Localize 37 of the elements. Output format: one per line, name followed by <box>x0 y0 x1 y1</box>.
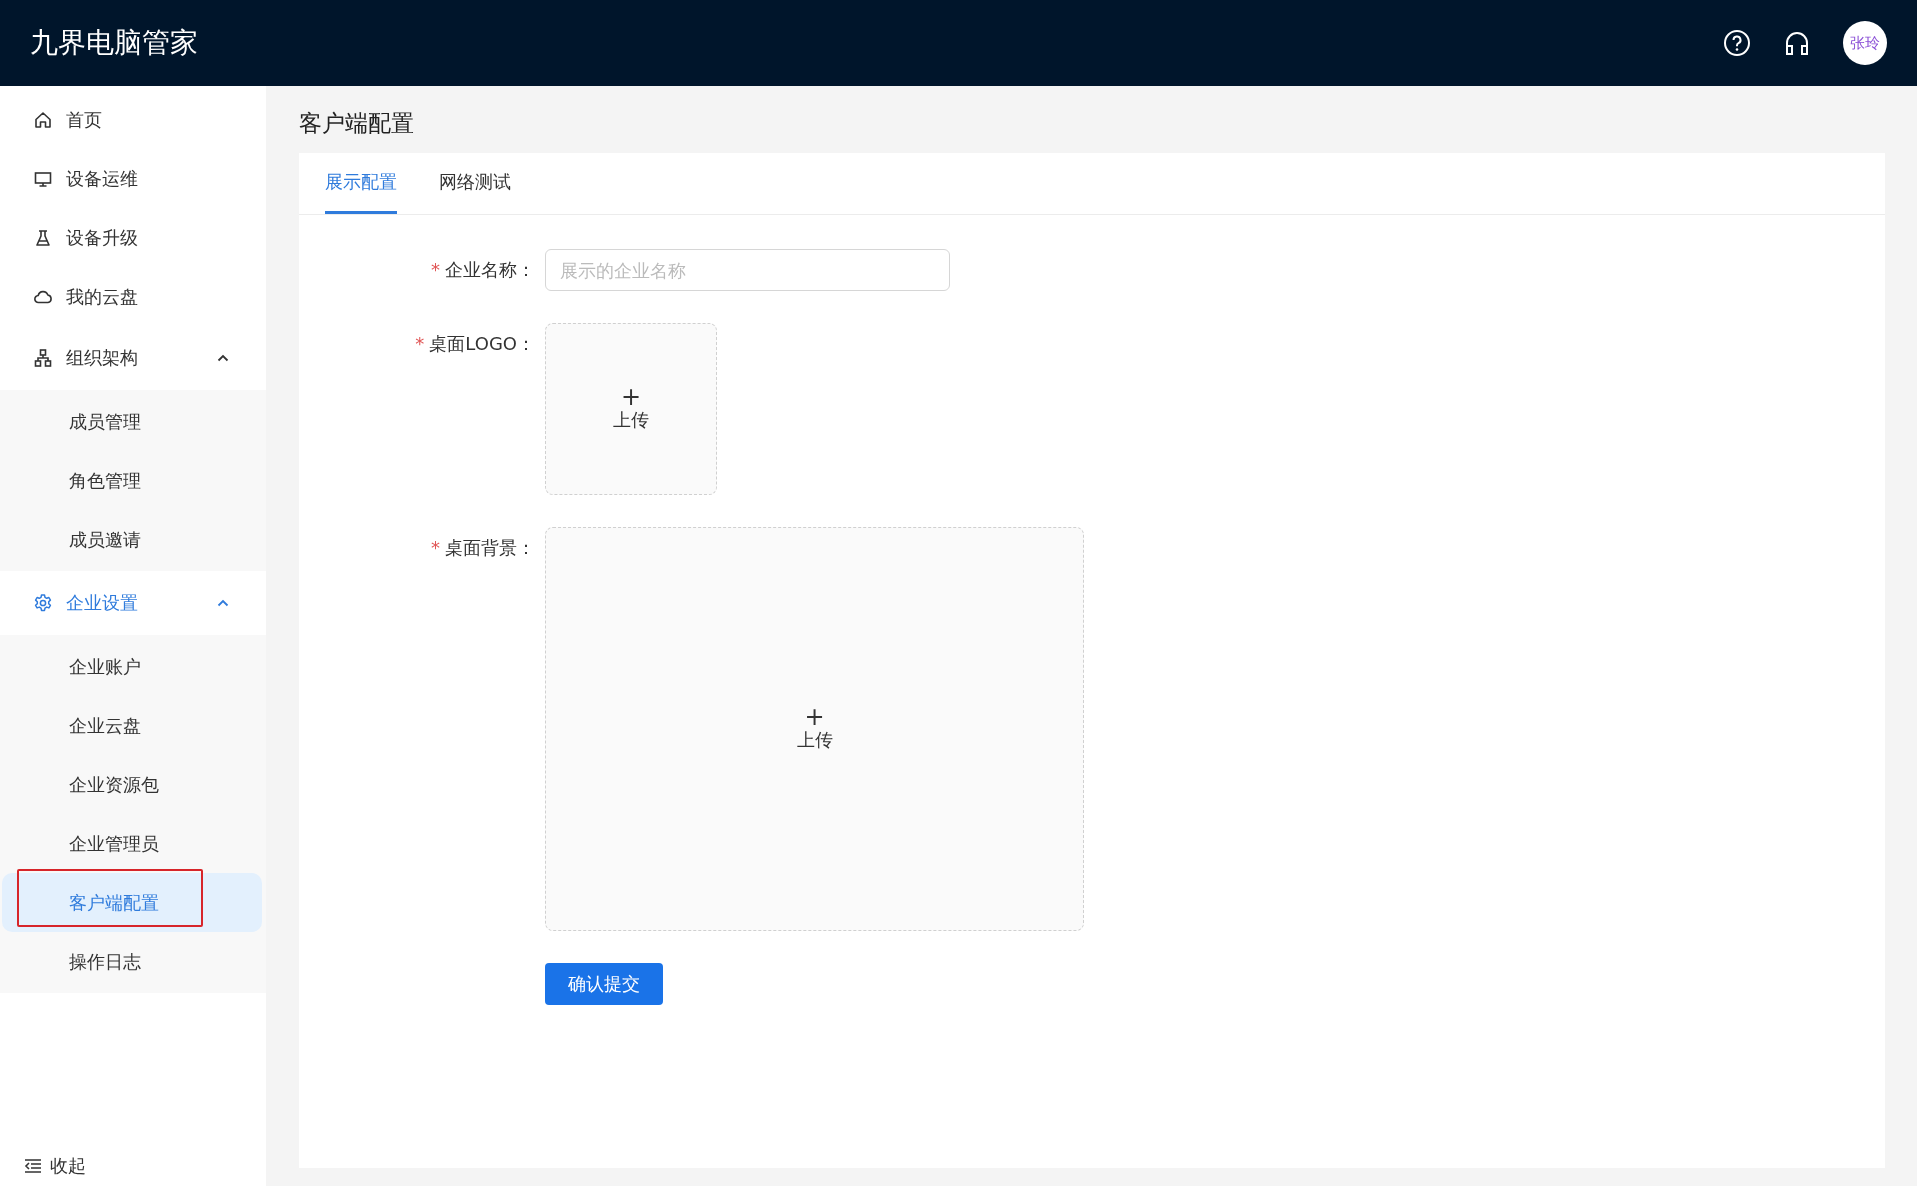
menu-item[interactable]: 我的云盘 <box>0 267 266 326</box>
submit-button[interactable]: 确认提交 <box>545 963 663 1005</box>
hierarchy-icon <box>33 348 53 368</box>
submenu-item[interactable]: 角色管理 <box>2 451 262 510</box>
field-label: 企业名称： <box>445 259 535 280</box>
required-mark: * <box>431 537 440 558</box>
upload-area[interactable]: + 上传 <box>545 323 717 495</box>
home-icon <box>33 109 53 130</box>
collapse-button[interactable]: 收起 <box>0 1154 266 1186</box>
menu-item[interactable]: 首页 <box>0 90 266 149</box>
submenu-item[interactable]: 企业账户 <box>2 637 262 696</box>
field-label: 桌面背景： <box>445 537 535 558</box>
field-label: 桌面LOGO： <box>429 333 535 354</box>
submenu-item[interactable]: 成员邀请 <box>2 510 262 569</box>
required-mark: * <box>431 259 440 280</box>
submenu-item[interactable]: 操作日志 <box>2 932 262 991</box>
user-avatar[interactable]: 张玲 <box>1843 21 1887 65</box>
submenu-item[interactable]: 企业资源包 <box>2 755 262 814</box>
submenu-item[interactable]: 企业云盘 <box>2 696 262 755</box>
upload-area[interactable]: + 上传 <box>545 527 1084 931</box>
required-mark: * <box>415 333 425 354</box>
menu-item[interactable]: 组织架构 <box>0 326 266 390</box>
tab[interactable]: 展示配置 <box>325 153 397 214</box>
settings-icon <box>33 593 53 613</box>
tab[interactable]: 网络测试 <box>439 153 511 214</box>
menu-item[interactable]: 企业设置 <box>0 571 266 635</box>
submenu-item[interactable]: 成员管理 <box>2 392 262 451</box>
submenu-item[interactable]: 企业管理员 <box>2 814 262 873</box>
page-title: 客户端配置 <box>299 109 415 138</box>
menu-item[interactable]: 设备升级 <box>0 208 266 267</box>
collapse-icon <box>24 1158 42 1174</box>
input-field[interactable]: 展示的企业名称 <box>545 249 950 291</box>
app-title: 九界电脑管家 <box>30 25 198 61</box>
headphones-icon[interactable] <box>1783 29 1811 57</box>
menu-item[interactable]: 设备运维 <box>0 149 266 208</box>
flask-icon <box>33 227 53 248</box>
help-icon[interactable] <box>1723 29 1751 57</box>
